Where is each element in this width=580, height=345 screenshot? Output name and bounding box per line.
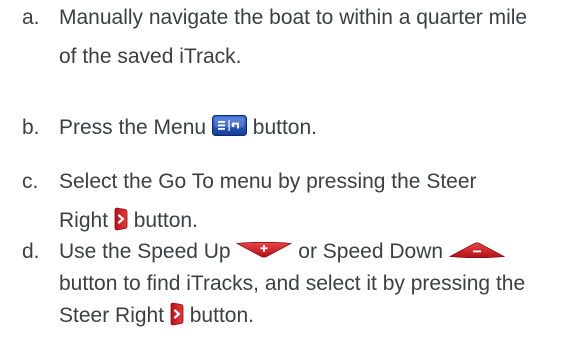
step-text-segment: button. — [252, 116, 317, 139]
step-text-segment: Use the Speed Up — [59, 240, 231, 263]
step-text: Select the Go To menu by pressing the St… — [59, 166, 580, 236]
step-text: Use the Speed Up or Speed Down button to… — [59, 236, 580, 331]
step-line: Select the Go To menu by pressing the St… — [59, 170, 477, 193]
step-text-segment: Press the Menu — [59, 116, 207, 139]
steer-right-button-icon — [170, 302, 184, 326]
menu-button-icon — [211, 115, 247, 137]
step-text-segment: or Speed Down — [298, 240, 444, 263]
steer-right-button-icon — [114, 207, 128, 231]
step-line: button to find iTracks, and select it by… — [59, 272, 526, 295]
step-line: Steer Right button. — [59, 300, 580, 331]
step-text-segment: Steer Right — [59, 304, 165, 327]
step-line: of the saved iTrack. — [59, 45, 242, 68]
step-line: Manually navigate the boat to within a q… — [59, 6, 528, 29]
speed-down-button-icon — [448, 242, 505, 259]
step-line: Use the Speed Up or Speed Down — [59, 236, 580, 267]
step-text: Press the Menu button. — [59, 112, 580, 143]
step-text-segment: Right — [59, 209, 109, 232]
step-marker: a. — [22, 6, 40, 29]
step-text-segment: button. — [133, 209, 198, 232]
speed-up-button-icon — [236, 242, 293, 259]
step-marker: d. — [22, 240, 40, 263]
step-text-segment: button. — [189, 304, 254, 327]
step-text: Manually navigate the boat to within a q… — [59, 2, 580, 72]
step-marker: b. — [22, 116, 40, 139]
step-line: Right button. — [59, 205, 580, 236]
step-line: Press the Menu button. — [59, 112, 580, 143]
step-marker: c. — [22, 170, 39, 193]
